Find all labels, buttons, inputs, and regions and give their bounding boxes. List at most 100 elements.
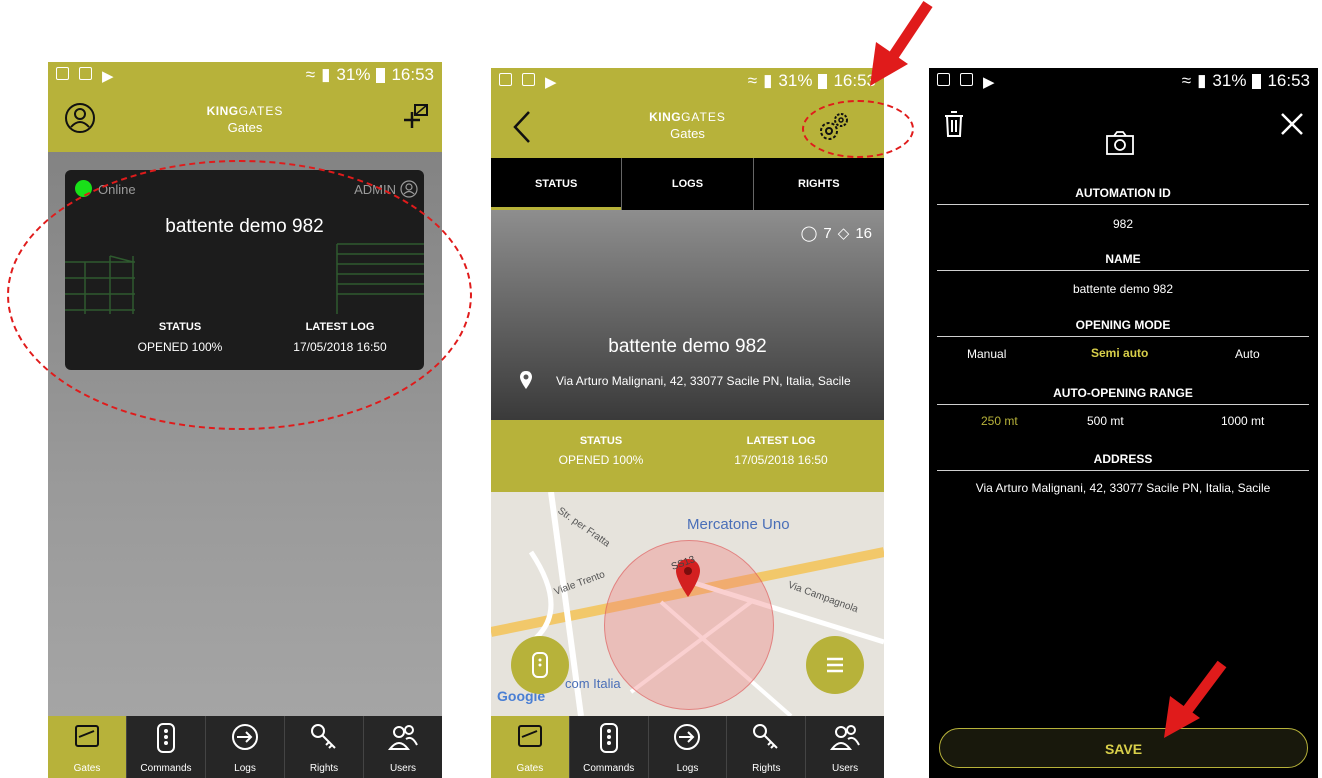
nav-commands[interactable]: Commands [570,716,649,778]
name-label: NAME [937,252,1309,271]
tab-status[interactable]: STATUS [491,158,622,210]
camera-icon[interactable] [1105,130,1135,156]
clock: 16:53 [391,65,434,84]
address-field[interactable]: Via Arturo Malignani, 42, 33077 Sacile P… [937,481,1309,495]
mode-auto[interactable]: Auto [1235,347,1260,361]
save-label: SAVE [1104,741,1143,757]
user-icon: ◯ [800,225,818,242]
menu-icon [827,657,843,673]
annotation-arrow-save [1164,660,1227,738]
gallery-icon [56,67,69,80]
signal-icon: ▮ [763,71,773,90]
status-label: STATUS [579,435,623,447]
status-band: STATUS OPENED 100% LATEST LOG 17/05/2018… [491,420,884,492]
remote-icon [599,723,618,753]
nav-logs[interactable]: Logs [206,716,285,778]
nav-rights[interactable]: Rights [727,716,807,778]
save-button[interactable]: SAVE [939,728,1308,768]
range-500[interactable]: 500 mt [1087,414,1124,428]
notification-icon [522,73,535,86]
phone-screen-gate-detail: ▶ ≈ ▮ 31% 16:53 KINGGATES Gates STATUS LOGS… [491,68,884,778]
gallery-icon [499,73,512,86]
page-title: Gates [227,120,263,135]
notification-icon [79,67,92,80]
automation-id-value: 982 [1112,217,1134,231]
battery-icon [376,67,386,83]
nav-gates[interactable]: Gates [48,716,127,778]
status-bar: ▶ ≈ ▮ 31% 16:53 [48,62,442,90]
gate-icon [75,725,99,747]
remote-fab[interactable] [511,636,569,694]
battery-icon [1252,73,1262,89]
phone-screen-gate-settings: ▶ ≈ ▮ 31% 16:53 AUTOMATION ID 982 NAME batt… [929,68,1318,778]
status-bar: ▶ ≈ ▮ 31% 16:53 [929,68,1318,96]
users-count: 7 [823,224,832,242]
annotation-arrow [870,0,933,86]
notification-icon [960,73,973,86]
close-icon[interactable] [1280,112,1304,136]
gate-icon [517,725,542,747]
status-bar: ▶ ≈ ▮ 31% 16:53 [491,68,884,96]
latest-log-value: 17/05/2018 16:50 [734,453,828,467]
trash-icon[interactable] [943,110,965,138]
mode-semi-auto[interactable]: Semi auto [1091,346,1148,360]
tag-icon: ◇ [837,225,850,242]
nav-logs[interactable]: Logs [649,716,728,778]
clock: 16:53 [1267,71,1310,90]
status-value: OPENED 100% [558,453,644,467]
remote-icon [157,723,175,753]
range-1000[interactable]: 1000 mt [1221,414,1264,428]
users-icon [830,725,860,750]
nav-gates[interactable]: Gates [491,716,570,778]
mode-manual[interactable]: Manual [967,347,1006,361]
play-icon: ▶ [102,68,114,85]
wifi-icon: ≈ [747,71,758,90]
auto-opening-range-label: AUTO-OPENING RANGE [937,386,1309,405]
nav-users[interactable]: Users [806,716,884,778]
range-250[interactable]: 250 mt [981,414,1018,428]
battery-percent: 31% [336,65,371,84]
wifi-icon: ≈ [1181,71,1192,90]
counts: ◯ 7 ◇ 16 [800,224,872,243]
address-label: ADDRESS [937,452,1309,471]
app-bar: KINGGATES Gates [48,90,442,152]
user-icon [400,180,418,198]
map-poi-label: Mercatone Uno [687,516,790,533]
logs-icon [674,724,701,750]
gallery-icon [937,73,950,86]
key-icon [311,724,336,749]
gate-header: ◯ 7 ◇ 16 battente demo 982 Via Arturo Mali… [491,210,884,420]
tags-count: 16 [855,224,872,242]
bottom-nav: Gates Commands Logs Rights Users [491,716,884,778]
opening-mode-label: OPENING MODE [937,318,1309,337]
play-icon: ▶ [545,74,557,91]
nav-commands[interactable]: Commands [127,716,206,778]
battery-percent: 31% [778,71,813,90]
name-field[interactable]: battente demo 982 [937,282,1309,296]
logs-icon [232,724,258,750]
nav-rights[interactable]: Rights [285,716,364,778]
wifi-icon: ≈ [305,65,316,84]
brand-logo: KINGGATES [206,104,284,118]
add-gate-icon[interactable] [400,102,430,132]
key-icon [753,724,778,749]
signal-icon: ▮ [321,65,331,84]
battery-icon [818,73,828,89]
nav-users[interactable]: Users [364,716,442,778]
latest-log-label: LATEST LOG [746,435,816,447]
play-icon: ▶ [983,74,995,91]
gate-name: battente demo 982 [608,336,767,357]
gate-address: Via Arturo Malignani, 42, 33077 Sacile P… [556,374,851,388]
remote-icon [532,652,548,678]
annotation-ellipse-settings [802,100,914,158]
menu-fab[interactable] [806,636,864,694]
tab-rights[interactable]: RIGHTS [752,158,884,210]
battery-percent: 31% [1212,71,1247,90]
location-pin-icon [520,371,532,389]
tab-bar: STATUS LOGS RIGHTS [491,158,884,210]
map-poi-label-2: com Italia [565,676,621,691]
tab-logs[interactable]: LOGS [621,158,752,210]
users-icon [388,725,418,750]
automation-id-label: AUTOMATION ID [937,186,1309,205]
bottom-nav: Gates Commands Logs Rights Users [48,716,442,778]
